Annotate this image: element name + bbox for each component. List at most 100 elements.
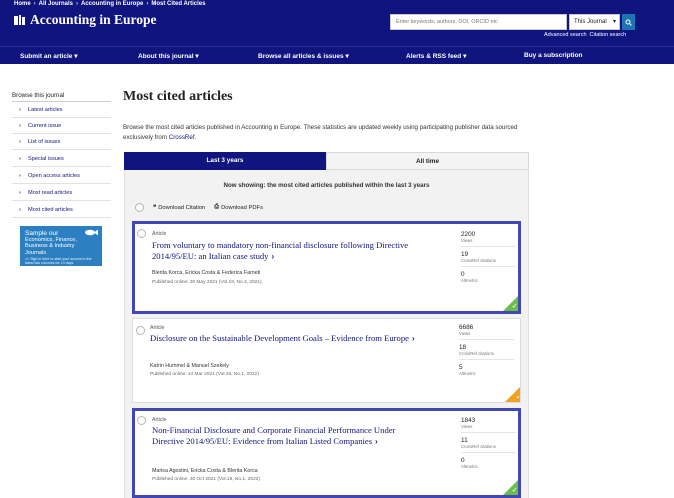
breadcrumb-home[interactable]: Home [14, 1, 31, 7]
altmetric-label: Altmetric [459, 371, 476, 376]
chevron-right-icon: › [19, 107, 21, 113]
select-all-checkbox[interactable] [135, 203, 144, 212]
article-authors: Marisa Agostini, Ericka Costa & Blerita … [152, 468, 258, 474]
journal-logo[interactable]: Accounting in Europe [14, 12, 157, 28]
sample-journals-promo[interactable]: Sample our Economics, Finance, Business … [20, 226, 102, 266]
sidebar-item-open-access[interactable]: › Open access articles [12, 168, 111, 184]
download-citation-button[interactable]: ❝ Download Citation [153, 204, 205, 212]
search-input[interactable]: Enter keywords, authors, DOI, ORCID etc [390, 14, 567, 30]
crossref-link[interactable]: CrossRef [169, 134, 195, 141]
article-published: Published online: 30 Oct 2021 (Vol.19, N… [152, 477, 261, 482]
citations-label: CrossRef citations [461, 444, 516, 453]
altmetric-count: 0 [461, 457, 465, 464]
chevron-right-icon: › [411, 334, 415, 343]
breadcrumb-journal[interactable]: Accounting in Europe [81, 1, 143, 7]
views-count: 1843 [461, 417, 476, 424]
nav-browse-articles[interactable]: Browse all articles & issues ▾ [258, 52, 349, 60]
journal-title: Accounting in Europe [30, 12, 157, 27]
article-card: Article Disclosure on the Sustainable De… [132, 318, 521, 403]
article-select-checkbox[interactable] [136, 326, 145, 335]
chevron-right-icon: › [19, 173, 21, 179]
nav-buy-subscription[interactable]: Buy a subscription [524, 52, 583, 59]
article-stats: 6686 Views 18 CrossRef citations 5 Altme… [459, 324, 514, 383]
sidebar-item-latest-articles[interactable]: › Latest articles [12, 102, 111, 118]
article-authors: Blerita Korca, Ericka Costa & Federica F… [152, 270, 261, 276]
checkmark-icon: ✓ [511, 488, 517, 494]
chevron-right-icon: › [19, 139, 21, 145]
sidebar-item-most-read[interactable]: › Most read articles [12, 185, 111, 201]
article-title[interactable]: Non-Financial Disclosure and Corporate F… [152, 425, 427, 447]
chevron-down-icon: ▾ [463, 53, 467, 60]
chevron-down-icon: ▾ [345, 53, 349, 60]
chevron-right-icon: › [271, 251, 275, 261]
article-type: Article [152, 231, 167, 237]
search-scope-value: This Journal [574, 19, 607, 25]
pdf-icon: ⎙ [214, 204, 220, 210]
breadcrumb-all-journals[interactable]: All Journals [39, 1, 73, 7]
article-select-checkbox[interactable] [137, 229, 146, 238]
chevron-right-icon: › [19, 123, 21, 129]
lock-icon: ▪ [516, 395, 519, 401]
intro-text: Browse the most cited articles published… [123, 124, 518, 141]
chevron-right-icon: › [19, 156, 21, 162]
sidebar-item-most-cited[interactable]: › Most cited articles [12, 202, 111, 218]
citations-label: CrossRef citations [459, 351, 514, 360]
article-type: Article [150, 325, 165, 331]
sidebar-item-list-of-issues[interactable]: › List of issues [12, 134, 111, 150]
page-title: Most cited articles [123, 89, 233, 104]
chevron-right-icon: › [19, 190, 21, 196]
article-authors: Katrin Hummel & Manuel Szekely [150, 363, 229, 369]
citations-count: 19 [461, 251, 469, 258]
article-select-checkbox[interactable] [137, 416, 146, 425]
article-stats: 2200 Views 19 CrossRef citations 0 Altme… [461, 231, 516, 290]
breadcrumb-separator: › [76, 1, 79, 7]
altmetric-label: Altmetric [461, 278, 478, 283]
search-button[interactable] [622, 14, 635, 30]
chevron-right-icon: › [19, 207, 21, 213]
article-type: Article [152, 417, 167, 423]
search-icon [625, 19, 632, 26]
advanced-search-link[interactable]: Advanced search [544, 32, 587, 38]
chevron-down-icon: ▾ [74, 53, 78, 60]
quote-icon: ❝ [153, 205, 157, 211]
article-stats: 1843 Views 11 CrossRef citations 0 Altme… [461, 417, 516, 476]
citations-count: 11 [461, 437, 468, 444]
nav-submit-article[interactable]: Submit an article ▾ [20, 52, 77, 60]
download-pdfs-button[interactable]: ⎙ Download PDFs [214, 204, 263, 211]
citations-label: CrossRef citations [461, 258, 516, 267]
article-title[interactable]: From voluntary to mandatory non-financia… [152, 240, 427, 262]
promo-subheading: Economics, Finance, Business & Industry … [25, 237, 77, 256]
article-published: Published online: 14 Mar 2021 (Vol.19, N… [150, 372, 259, 377]
altmetric-count: 5 [459, 364, 463, 371]
main-nav: Submit an article ▾ About this journal ▾… [0, 46, 674, 64]
promo-signin-text[interactable]: >> Sign in here to start your access to … [25, 257, 97, 265]
views-label: Views [461, 238, 516, 247]
article-title[interactable]: Disclosure on the Sustainable Developmen… [150, 333, 425, 345]
citation-search-link[interactable]: Citation search [590, 32, 627, 38]
altmetric-count: 0 [461, 271, 465, 278]
article-card: Article From voluntary to mandatory non-… [132, 221, 521, 314]
time-range-tabs: Last 3 years All time [124, 152, 529, 170]
article-published: Published online: 30 May 2021 (Vol.18, N… [152, 280, 262, 285]
views-label: Views [459, 331, 514, 340]
tab-last-3-years[interactable]: Last 3 years [124, 152, 326, 170]
site-header: Home › All Journals › Accounting in Europe › M… [0, 0, 674, 64]
citations-count: 18 [459, 344, 467, 351]
showing-text: Now showing: the most cited articles pub… [223, 182, 430, 189]
fish-icon [85, 229, 98, 236]
chevron-right-icon: › [375, 436, 378, 446]
sidebar-item-current-issue[interactable]: › Current issue [12, 118, 111, 134]
nav-alerts-rss[interactable]: Alerts & RSS feed ▾ [406, 52, 466, 60]
sidebar-item-special-issues[interactable]: › Special issues [12, 151, 111, 167]
article-card: Article Non-Financial Disclosure and Cor… [132, 408, 521, 498]
altmetric-label: Altmetric [461, 464, 478, 469]
nav-about-journal[interactable]: About this journal ▾ [138, 52, 199, 60]
chevron-down-icon: ▾ [612, 19, 616, 25]
tab-all-time[interactable]: All time [326, 152, 529, 170]
breadcrumb: Home › All Journals › Accounting in Europe › M… [14, 1, 205, 7]
sidebar-title: Browse this journal [12, 92, 65, 99]
breadcrumb-separator: › [33, 1, 36, 7]
search-scope-select[interactable]: This Journal ▾ [569, 14, 620, 30]
views-count: 2200 [461, 231, 476, 238]
breadcrumb-current: Most Cited Articles [151, 1, 206, 7]
